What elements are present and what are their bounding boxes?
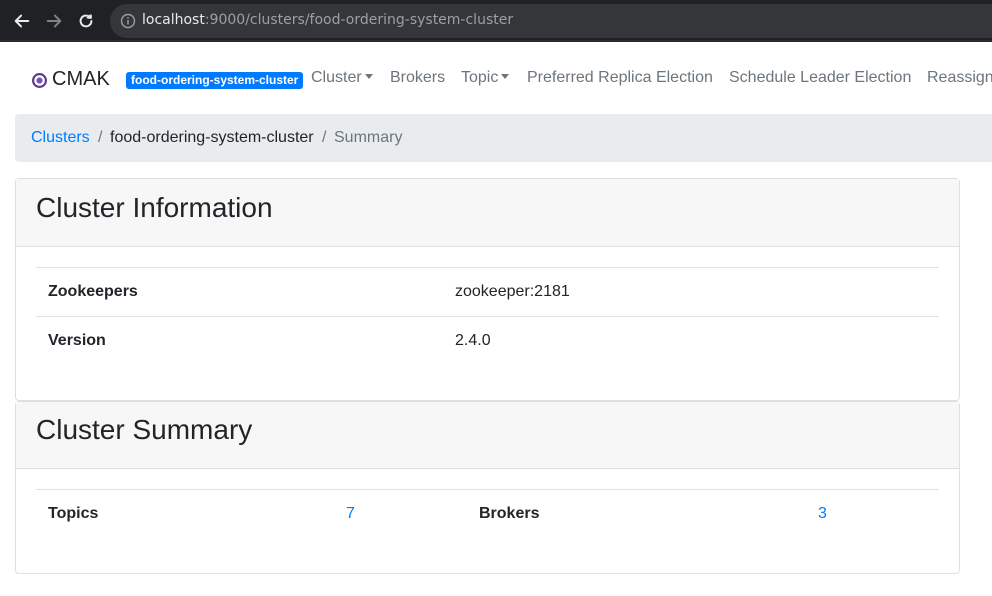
table-divider: [36, 267, 939, 268]
nav-cluster-label: Cluster: [311, 69, 362, 86]
brokers-label: Brokers: [479, 505, 540, 522]
brand-link[interactable]: CMAK: [32, 68, 110, 91]
nav-reassign[interactable]: Reassign: [927, 69, 992, 87]
version-value: 2.4.0: [455, 332, 491, 349]
brand-text: CMAK: [52, 68, 110, 90]
zookeepers-value: zookeeper:2181: [455, 283, 570, 300]
breadcrumb: Clusters / food-ordering-system-cluster …: [15, 114, 992, 162]
table-divider: [36, 316, 939, 317]
breadcrumb-clusters-link[interactable]: Clusters: [31, 129, 90, 147]
nav-brokers-label: Brokers: [390, 69, 446, 86]
table-divider: [36, 489, 939, 490]
nav-preferred-replica-election-label: Preferred Replica Election: [527, 69, 713, 86]
caret-down-icon: [364, 74, 373, 79]
brokers-count-link[interactable]: 3: [818, 505, 827, 523]
back-arrow-icon[interactable]: [11, 10, 33, 32]
nav-reassign-label: Reassign: [927, 69, 992, 86]
card-header: Cluster Summary: [16, 402, 959, 469]
nav-brokers[interactable]: Brokers: [390, 69, 445, 87]
forward-arrow-icon[interactable]: [43, 10, 65, 32]
address-bar[interactable]: localhost:9000/clusters/food-ordering-sy…: [110, 4, 992, 38]
card-title: Cluster Summary: [36, 414, 253, 445]
info-icon[interactable]: [120, 13, 136, 29]
browser-toolbar: localhost:9000/clusters/food-ordering-sy…: [0, 0, 992, 42]
zookeepers-label: Zookeepers: [48, 283, 138, 300]
breadcrumb-cluster-name[interactable]: food-ordering-system-cluster: [110, 129, 314, 147]
nav-topic-label: Topic: [461, 69, 499, 86]
version-label: Version: [48, 332, 106, 349]
topics-label: Topics: [48, 505, 99, 522]
reload-icon[interactable]: [75, 10, 97, 32]
url-path: :9000/clusters/food-ordering-system-clus…: [204, 12, 514, 28]
card-title: Cluster Information: [36, 192, 273, 223]
caret-down-icon: [501, 74, 510, 79]
cluster-badge[interactable]: food-ordering-system-cluster: [126, 72, 304, 89]
app-navbar: CMAK food-ordering-system-cluster Cluste…: [0, 42, 992, 114]
cluster-summary-card: Cluster Summary Topics 7 Brokers 3: [15, 401, 960, 574]
card-header: Cluster Information: [16, 179, 959, 247]
nav-schedule-leader-election[interactable]: Schedule Leader Election: [729, 69, 911, 87]
nav-schedule-leader-election-label: Schedule Leader Election: [729, 69, 912, 86]
breadcrumb-separator: /: [322, 129, 327, 146]
cmak-logo-icon: [32, 73, 47, 88]
breadcrumb-current: Summary: [334, 129, 403, 146]
cluster-information-card: Cluster Information Zookeepers zookeeper…: [15, 178, 960, 401]
url-host: localhost: [142, 12, 205, 28]
url-text[interactable]: localhost:9000/clusters/food-ordering-sy…: [142, 12, 513, 28]
nav-cluster-dropdown[interactable]: Cluster: [311, 69, 373, 87]
breadcrumb-separator: /: [98, 129, 103, 146]
nav-topic-dropdown[interactable]: Topic: [461, 69, 510, 87]
topics-count-link[interactable]: 7: [346, 505, 355, 523]
nav-preferred-replica-election[interactable]: Preferred Replica Election: [527, 69, 713, 87]
